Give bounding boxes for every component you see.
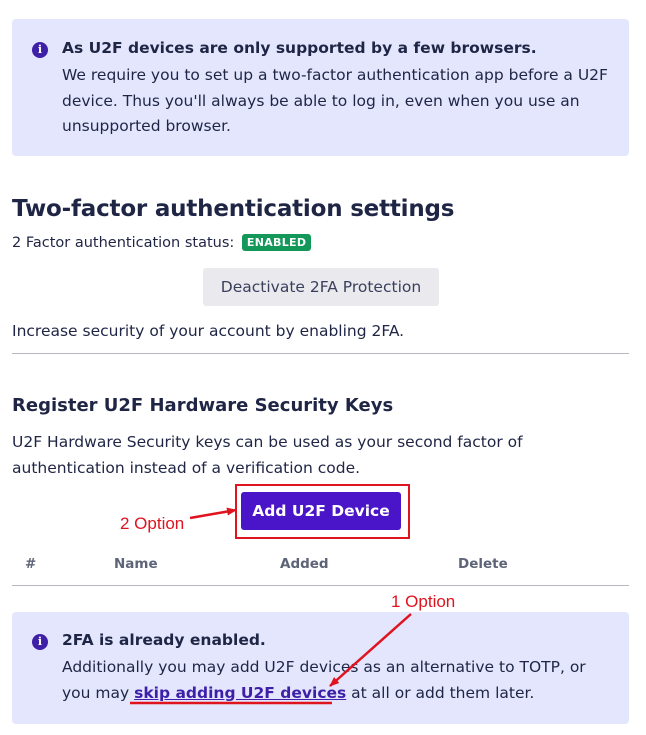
two-factor-settings-heading: Two-factor authentication settings xyxy=(12,196,455,222)
info-alert-2fa-enabled: i 2FA is already enabled. Additionally y… xyxy=(12,612,629,724)
status-badge: ENABLED xyxy=(241,234,312,251)
annotation-option-1: 1 Option xyxy=(391,592,456,611)
section-divider xyxy=(12,353,629,354)
table-header-index: # xyxy=(25,556,37,572)
info-icon: i xyxy=(32,634,48,650)
info-alert-browser-support: i As U2F devices are only supported by a… xyxy=(12,19,629,156)
info-alert-body: Additionally you may add U2F devices as … xyxy=(62,655,617,706)
info-body-text-after: at all or add them later. xyxy=(346,683,535,702)
info-icon: i xyxy=(32,42,48,58)
table-header-added: Added xyxy=(280,556,329,572)
table-divider xyxy=(12,585,629,586)
info-alert-title: As U2F devices are only supported by a f… xyxy=(62,39,537,57)
two-factor-status-label: 2 Factor authentication status: xyxy=(12,235,235,251)
u2f-heading: Register U2F Hardware Security Keys xyxy=(12,395,394,416)
annotation-arrow-option-2 xyxy=(189,507,237,520)
two-factor-status-row: 2 Factor authentication status: ENABLED xyxy=(12,234,312,251)
skip-u2f-link[interactable]: skip adding U2F devices xyxy=(134,684,346,702)
info-alert-body: We require you to set up a two-factor au… xyxy=(62,66,608,135)
annotation-option-2: 2 Option xyxy=(120,514,185,533)
u2f-description: U2F Hardware Security keys can be used a… xyxy=(12,433,523,477)
table-header-delete: Delete xyxy=(458,556,508,572)
table-header-name: Name xyxy=(114,556,158,572)
deactivate-2fa-button[interactable]: Deactivate 2FA Protection xyxy=(203,268,439,306)
increase-security-text: Increase security of your account by ena… xyxy=(12,322,405,340)
add-u2f-device-button[interactable]: Add U2F Device xyxy=(241,492,401,530)
info-alert-title: 2FA is already enabled. xyxy=(62,631,266,649)
